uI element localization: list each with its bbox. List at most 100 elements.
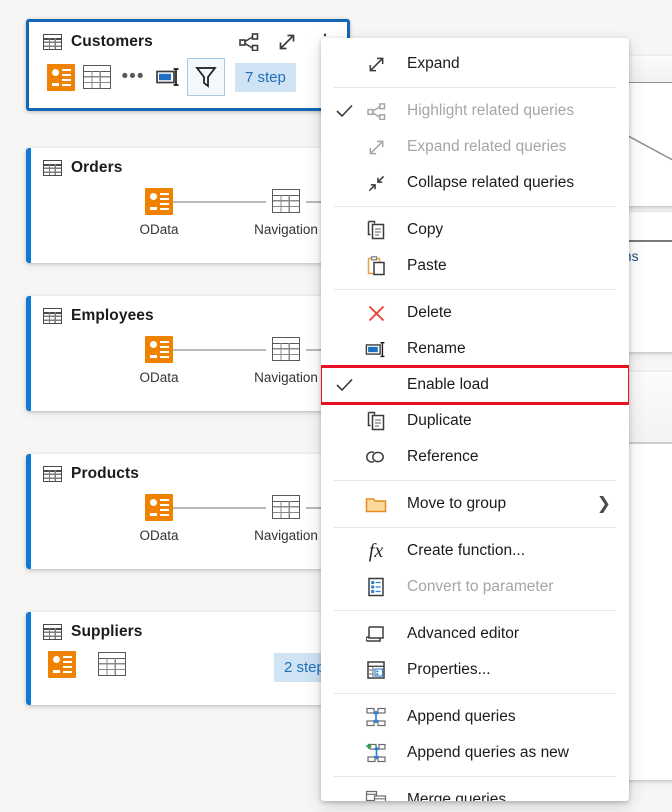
menu-item-expand[interactable]: Expand (321, 46, 629, 82)
append-queries-icon (363, 707, 389, 727)
menu-item-label: Append queries as new (407, 744, 570, 761)
filter-icon[interactable] (187, 58, 225, 96)
step-odata[interactable]: OData (104, 187, 214, 237)
menu-item-label: Collapse related queries (407, 174, 575, 191)
step-odata[interactable]: OData (104, 493, 214, 543)
menu-item-label: Advanced editor (407, 625, 520, 642)
odata-icon[interactable] (43, 59, 79, 95)
menu-separator (334, 610, 616, 611)
menu-item-duplicate[interactable]: Duplicate (321, 403, 629, 439)
rename-icon (363, 340, 389, 359)
checkmark-icon (333, 378, 355, 392)
query-card-header: Customers (29, 22, 347, 52)
menu-item-highlight-related-queries[interactable]: Highlight related queries (321, 93, 629, 129)
menu-item-append-queries[interactable]: Append queries (321, 699, 629, 735)
merge-queries-icon (363, 790, 389, 801)
query-name: Products (71, 465, 139, 482)
step-odata[interactable] (40, 650, 84, 678)
table-icon (43, 160, 62, 176)
odata-icon (145, 335, 173, 363)
menu-item-copy[interactable]: Copy (321, 212, 629, 248)
menu-item-rename[interactable]: Rename (321, 331, 629, 367)
ellipsis-icon[interactable]: ••• (115, 59, 151, 95)
menu-separator (334, 289, 616, 290)
menu-item-append-queries-as-new[interactable]: Append queries as new (321, 735, 629, 771)
menu-item-convert-to-parameter[interactable]: Convert to parameter (321, 569, 629, 605)
menu-item-label: Expand related queries (407, 138, 567, 155)
step-odata[interactable]: OData (104, 335, 214, 385)
menu-item-label: Delete (407, 304, 452, 321)
share-nodes-icon[interactable] (239, 33, 259, 51)
query-card-header: Orders (26, 148, 344, 176)
menu-separator (334, 693, 616, 694)
menu-item-paste[interactable]: Paste (321, 248, 629, 284)
paste-icon (363, 256, 389, 276)
table-icon (43, 308, 62, 324)
query-card-toolbar: ••• 7 step (29, 50, 347, 98)
menu-item-label: Copy (407, 221, 444, 238)
query-card-steps: OData Navigation (26, 324, 344, 386)
menu-separator (334, 206, 616, 207)
query-name: Employees (71, 307, 154, 324)
menu-item-enable-load[interactable]: Enable load (321, 365, 629, 405)
grid-icon (272, 189, 300, 213)
query-card-products[interactable]: Products OData Navigation (26, 454, 344, 569)
menu-item-create-function[interactable]: fx Create function... (321, 533, 629, 569)
menu-item-label: Highlight related queries (407, 102, 575, 119)
applied-steps-badge[interactable]: 7 step (235, 62, 296, 92)
menu-separator (334, 776, 616, 777)
delete-x-icon (363, 304, 389, 323)
menu-item-delete[interactable]: Delete (321, 295, 629, 331)
menu-item-expand-related-queries[interactable]: Expand related queries (321, 129, 629, 165)
menu-item-label: Convert to parameter (407, 578, 554, 595)
menu-separator (334, 87, 616, 88)
menu-item-label: Expand (407, 55, 460, 72)
parameter-icon (363, 577, 389, 597)
menu-item-label: Create function... (407, 542, 526, 559)
reference-link-icon (363, 448, 389, 466)
expand-arrows-icon (363, 55, 389, 74)
menu-item-label: Reference (407, 448, 479, 465)
query-name: Orders (71, 159, 123, 176)
step-navigation[interactable] (90, 650, 134, 678)
menu-item-reference[interactable]: Reference (321, 439, 629, 475)
query-context-menu[interactable]: Expand Highlight related queries Expand … (321, 38, 629, 801)
menu-item-label: Paste (407, 257, 447, 274)
query-card-steps: OData Navigation (26, 176, 344, 238)
folder-icon (363, 495, 389, 514)
menu-item-properties[interactable]: Properties... (321, 652, 629, 688)
menu-separator (334, 527, 616, 528)
query-card-orders[interactable]: Orders OData Navigation (26, 148, 344, 263)
odata-icon (145, 187, 173, 215)
menu-item-advanced-editor[interactable]: Advanced editor (321, 616, 629, 652)
grid-icon (272, 337, 300, 361)
expand-arrows-icon[interactable] (277, 32, 297, 52)
menu-item-merge-queries[interactable]: Merge queries (321, 782, 629, 801)
table-icon (43, 466, 62, 482)
menu-item-collapse-related-queries[interactable]: Collapse related queries (321, 165, 629, 201)
chevron-right-icon: ❯ (596, 494, 611, 513)
menu-item-label: Rename (407, 340, 466, 357)
menu-separator (334, 480, 616, 481)
rename-icon[interactable] (151, 59, 187, 95)
properties-icon (363, 660, 389, 680)
query-card-steps: OData Navigation (26, 482, 344, 544)
copy-icon (363, 220, 389, 240)
menu-item-move-to-group[interactable]: Move to group ❯ (321, 486, 629, 522)
menu-item-label: Duplicate (407, 412, 472, 429)
query-card-employees[interactable]: Employees OData Navigation (26, 296, 344, 411)
query-card-suppliers[interactable]: Suppliers 2 step (26, 612, 344, 705)
grid-icon (272, 495, 300, 519)
query-name: Customers (71, 33, 153, 50)
step-label: OData (139, 222, 179, 237)
step-label: OData (139, 370, 179, 385)
query-card-customers[interactable]: Customers ••• 7 step (26, 19, 350, 111)
query-card-header: Employees (26, 296, 344, 324)
grid-icon[interactable] (79, 59, 115, 95)
expand-arrows-icon (363, 138, 389, 157)
menu-item-label: Append queries (407, 708, 516, 725)
grid-icon (98, 652, 126, 676)
share-nodes-icon (363, 102, 389, 120)
advanced-editor-icon (363, 624, 389, 644)
menu-item-label: Enable load (407, 376, 489, 393)
